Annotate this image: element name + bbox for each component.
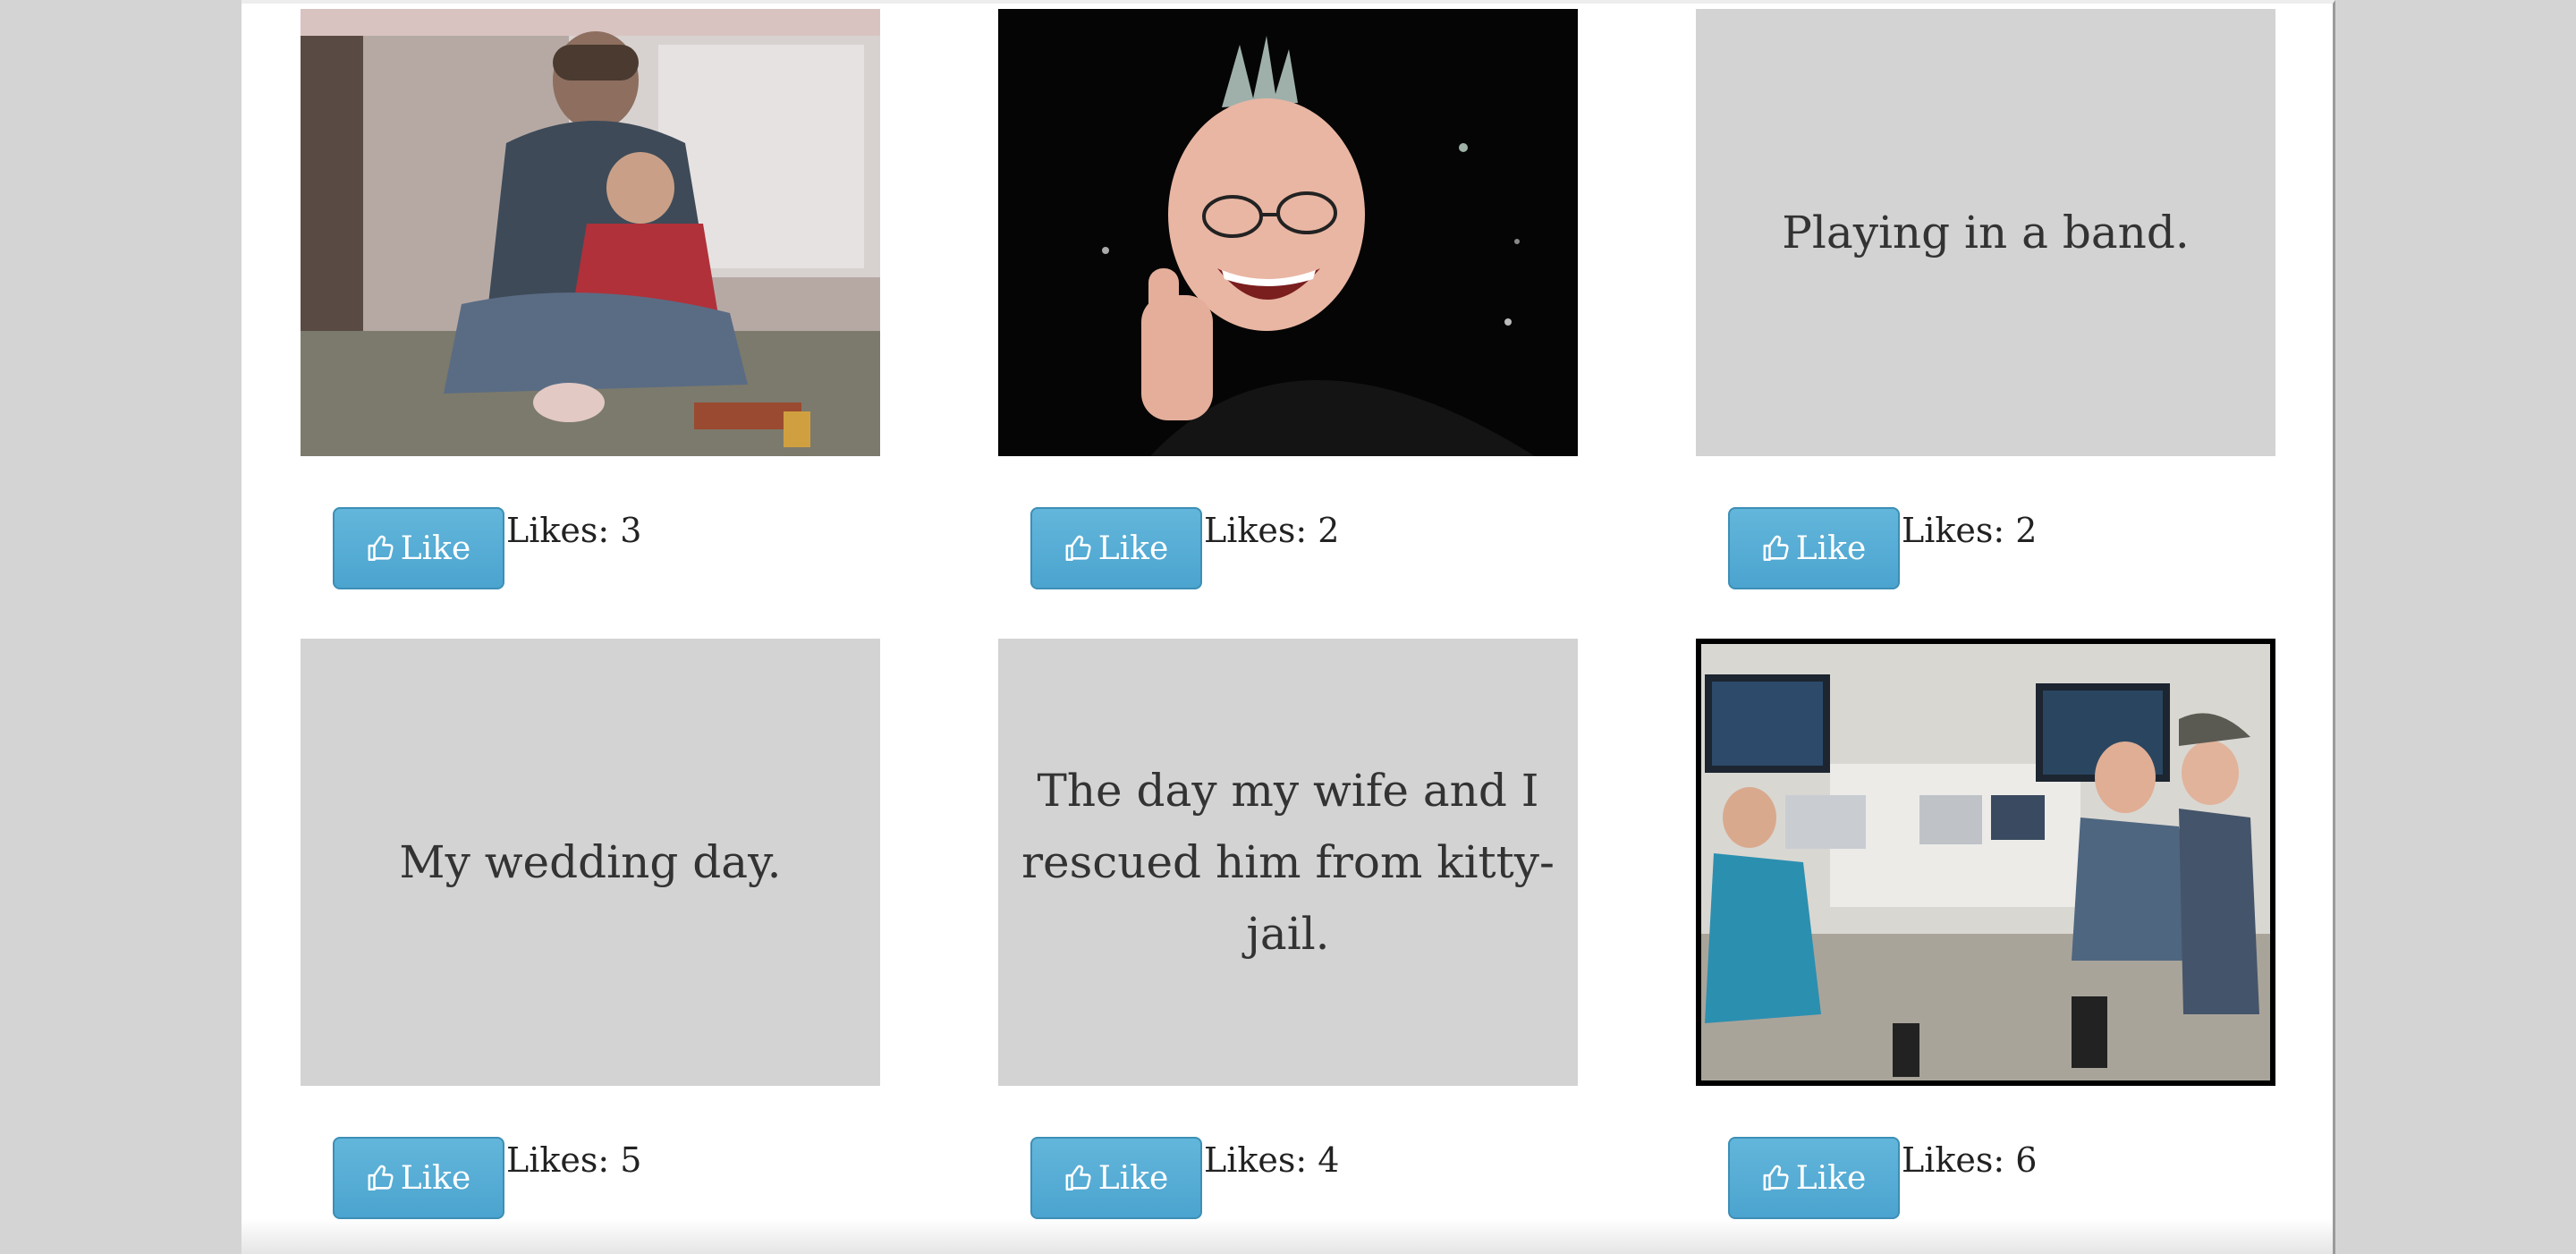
like-row: Like Likes: 2	[1728, 507, 2037, 589]
thumbs-up-icon	[1762, 1163, 1792, 1193]
like-button[interactable]: Like	[333, 507, 504, 589]
photo-father-and-child	[301, 9, 880, 456]
thumbs-up-icon	[1064, 533, 1095, 563]
likes-count: Likes: 5	[506, 1140, 642, 1180]
thumbs-up-icon	[367, 533, 397, 563]
thumbs-up-icon	[1762, 533, 1792, 563]
like-button[interactable]: Like	[1030, 1137, 1202, 1219]
gallery-card: Like Likes: 3	[301, 9, 880, 589]
likes-count: Likes: 2	[1902, 511, 2038, 550]
like-row: Like Likes: 2	[1030, 507, 1339, 589]
like-button-label: Like	[1097, 1159, 1169, 1197]
gallery-card: My wedding day. Like Likes: 5	[301, 639, 880, 1219]
like-button-label: Like	[1097, 530, 1169, 567]
thumbs-up-icon	[367, 1163, 397, 1193]
likes-count: Likes: 4	[1204, 1140, 1340, 1180]
photo-caption-placeholder: My wedding day.	[301, 639, 880, 1086]
thumbs-up-icon	[1064, 1163, 1095, 1193]
photo-team-at-desks	[1696, 639, 2275, 1086]
gallery-card: The day my wife and I rescued him from k…	[998, 639, 1578, 1219]
like-button-label: Like	[400, 530, 471, 567]
like-row: Like Likes: 6	[1728, 1137, 2037, 1219]
gallery-card: Playing in a band. Like Likes: 2	[1696, 9, 2275, 589]
like-button[interactable]: Like	[333, 1137, 504, 1219]
like-button-label: Like	[1795, 530, 1867, 567]
like-button-label: Like	[1795, 1159, 1867, 1197]
likes-count: Likes: 2	[1204, 511, 1340, 550]
like-row: Like Likes: 4	[1030, 1137, 1339, 1219]
photo-caption-placeholder: Playing in a band.	[1696, 9, 2275, 456]
like-row: Like Likes: 3	[333, 507, 641, 589]
gallery-card: Like Likes: 6	[1696, 639, 2275, 1219]
likes-count: Likes: 3	[506, 511, 642, 550]
bottom-shadow	[242, 1218, 2333, 1254]
like-button-label: Like	[400, 1159, 471, 1197]
like-row: Like Likes: 5	[333, 1137, 641, 1219]
photo-caption-placeholder: The day my wife and I rescued him from k…	[998, 639, 1578, 1086]
gallery-card: Like Likes: 2	[998, 9, 1578, 589]
like-button[interactable]: Like	[1030, 507, 1202, 589]
content-area: Like Likes: 3 Like Likes: 2 Playing in a…	[242, 0, 2335, 1254]
like-button[interactable]: Like	[1728, 1137, 1900, 1219]
photo-man-with-mohawk-thumbs-up	[998, 9, 1578, 456]
likes-count: Likes: 6	[1902, 1140, 2038, 1180]
like-button[interactable]: Like	[1728, 507, 1900, 589]
